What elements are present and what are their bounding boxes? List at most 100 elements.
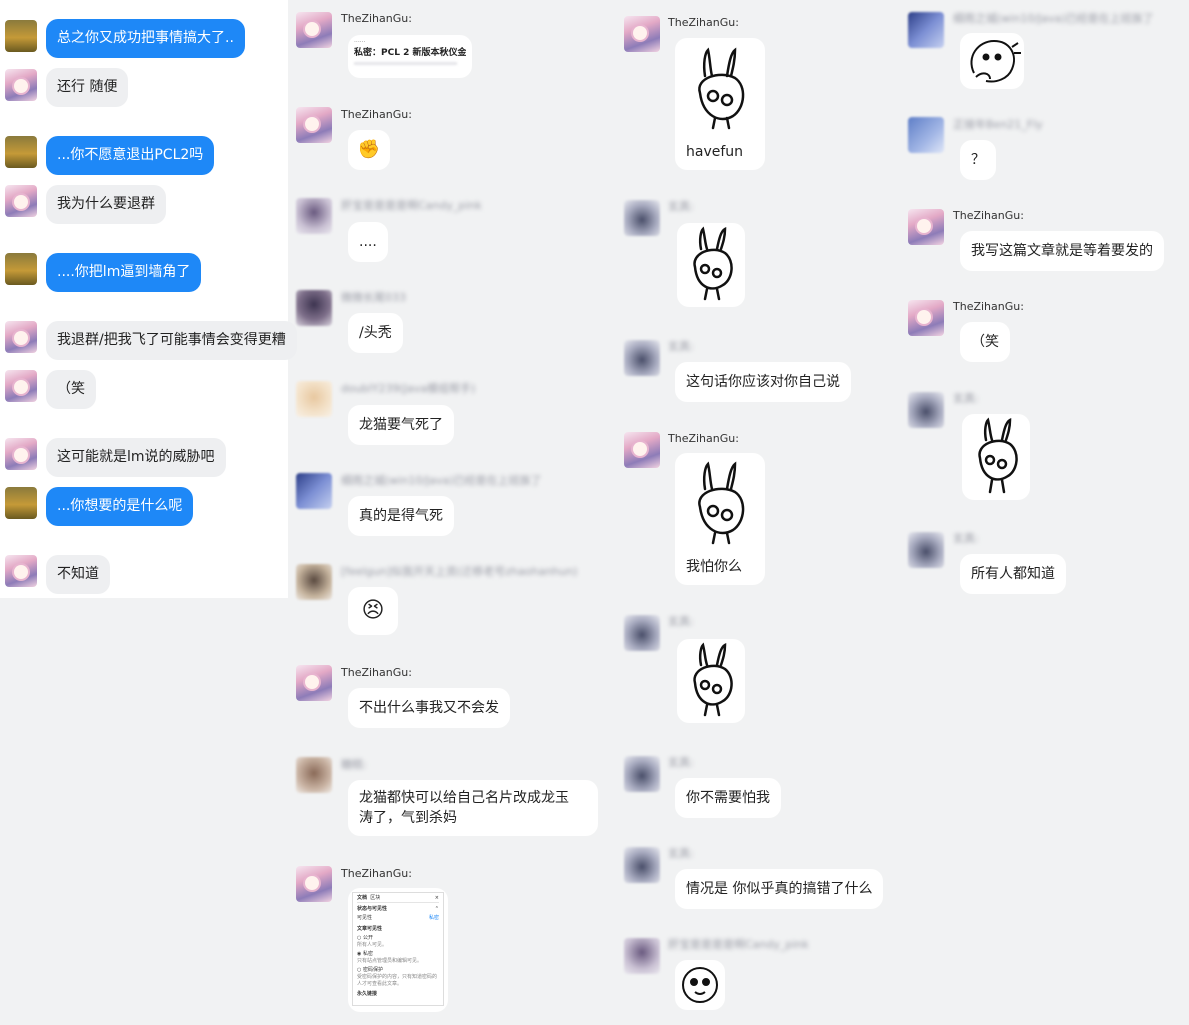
emoji-bubble: 😣 (348, 587, 398, 635)
message-bubble-other: 我退群/把我飞了可能事情会变得更糟 (46, 321, 297, 360)
sender-name: 肝宝是是是是啊Candy_pink (668, 938, 809, 951)
avatar[interactable] (296, 12, 332, 48)
avatar[interactable] (296, 473, 332, 509)
sender-name: 玄真: (668, 615, 694, 628)
sender-name: 肝宝是是是是啊Candy_pink (341, 199, 482, 212)
avatar[interactable] (5, 253, 37, 285)
avatar[interactable] (624, 756, 660, 792)
sender-name: 玄真: (668, 756, 694, 769)
link-card-desc (354, 62, 458, 65)
preview-section: 状态与可见性 ⌃ (357, 906, 439, 912)
sender-name: TheZihanGu: (341, 12, 412, 25)
chat-panel-left: 总之你又成功把事情搞大了.. 还行 随便 ...你不愿意退出PCL2吗 我为什么… (0, 0, 297, 598)
message-bubble-other: 不出什么事我又不会发 (348, 688, 510, 728)
chevron-up-icon: ⌃ (434, 906, 439, 912)
message-bubble-self: 总之你又成功把事情搞大了.. (46, 19, 245, 58)
sticker-message (677, 639, 745, 723)
avatar[interactable] (908, 532, 944, 568)
avatar[interactable] (296, 564, 332, 600)
sticker-message (962, 414, 1030, 500)
message-line: 涛了，气到杀妈 (359, 810, 457, 826)
message-bubble-other: 我写这篇文章就是等着要发的 (960, 231, 1164, 271)
avatar[interactable] (908, 209, 944, 245)
rabbit-sticker-icon (693, 226, 733, 301)
sticker-message (960, 33, 1024, 89)
preview-tabs: 文档 区块 × (357, 895, 439, 903)
message-bubble-other: （笑 (46, 370, 96, 409)
sender-name: 玄真: (668, 847, 694, 860)
avatar[interactable] (5, 321, 37, 353)
preview-option-sub: 受密码保护的内容，只有知道密码的人才可查看此文章。 (357, 974, 438, 987)
message-bubble-other: 我为什么要退群 (46, 185, 166, 224)
avatar[interactable] (296, 866, 332, 902)
sender-name: 细雨之城(win10/Java)已经是在上班族了 (953, 12, 1154, 25)
preview-footer: 永久链接 (357, 991, 378, 997)
message-bubble-other: .... (348, 222, 388, 262)
face-sticker-icon (682, 967, 718, 1003)
avatar[interactable] (908, 392, 944, 428)
preview-visibility: 可见性 私密 (357, 915, 439, 921)
avatar[interactable] (908, 12, 944, 48)
sender-name: TheZihanGu: (341, 108, 412, 121)
avatar[interactable] (296, 198, 332, 234)
rabbit-sticker-icon (698, 47, 745, 130)
sticker-message (677, 223, 745, 307)
message-bubble-other: 所有人都知道 (960, 554, 1066, 594)
message-bubble-other: 你不需要怕我 (675, 778, 781, 818)
avatar[interactable] (624, 938, 660, 974)
sticker-message (675, 960, 725, 1010)
preview-option-sub: 只有站点管理员和编辑可见。 (357, 958, 423, 964)
settings-panel-preview: 文档 区块 × 状态与可见性 ⌃ 可见性 私密 文章可见性 ○ 公开 所有人可见。 ◉… (352, 892, 444, 1006)
sender-name: 细雨之城(win10/Java)已经是在上班族了 (341, 474, 542, 487)
sender-name: [feelgun]似我开天上资(迁移老号zhaohanhun) (341, 565, 578, 578)
rabbit-sticker-icon (978, 417, 1018, 494)
sender-name: 微微长尾033 (341, 291, 406, 304)
avatar[interactable] (5, 20, 37, 52)
avatar[interactable] (5, 136, 37, 168)
avatar[interactable] (5, 185, 37, 217)
sender-name: TheZihanGu: (953, 209, 1024, 222)
avatar[interactable] (5, 370, 37, 402)
avatar[interactable] (908, 300, 944, 336)
avatar[interactable] (5, 438, 37, 470)
message-bubble-other: （笑 (960, 322, 1010, 362)
message-bubble-other: ？ (960, 140, 996, 180)
avatar[interactable] (624, 847, 660, 883)
sender-name: TheZihanGu: (953, 300, 1024, 313)
link-card[interactable]: ······ 私密：PCL 2 新版本秋仪金逻辑 (348, 35, 472, 78)
avatar[interactable] (624, 340, 660, 376)
rabbit-sticker-icon (698, 461, 745, 545)
avatar[interactable] (5, 555, 37, 587)
message-bubble-other: 还行 随便 (46, 68, 129, 107)
avatar[interactable] (624, 16, 660, 52)
sender-name: 玄真: (953, 392, 979, 405)
sender-name: TheZihanGu: (668, 16, 739, 29)
thinking-face-sticker-icon (970, 39, 1021, 83)
avatar[interactable] (296, 665, 332, 701)
link-card-title: 私密：PCL 2 新版本秋仪金逻辑 (354, 48, 466, 58)
message-bubble-other: 这句话你应该对你自己说 (675, 362, 851, 402)
avatar[interactable] (296, 290, 332, 326)
fist-emoji-icon: ✊ (357, 139, 381, 160)
preview-option: ○ 密码保护 (357, 967, 383, 973)
link-card-sub: ······ (354, 39, 366, 46)
sender-name: 正接年Ben21_Fly (953, 118, 1043, 131)
sticker-message: 我怕你么 (675, 453, 765, 585)
emoji-bubble: ✊ (348, 130, 390, 170)
preview-heading: 文章可见性 (357, 926, 383, 932)
avatar[interactable] (908, 117, 944, 153)
message-line: 龙猫都快可以给自己名片改成龙玉 (359, 790, 569, 806)
avatar[interactable] (624, 200, 660, 236)
avatar[interactable] (296, 107, 332, 143)
sender-name: TheZihanGu: (668, 432, 739, 445)
screenshot-image[interactable]: 文档 区块 × 状态与可见性 ⌃ 可见性 私密 文章可见性 ○ 公开 所有人可见。 ◉… (348, 888, 448, 1012)
avatar[interactable] (5, 487, 37, 519)
chat-panel-2: TheZihanGu: ······ 私密：PCL 2 新版本秋仪金逻辑 The… (288, 0, 612, 1025)
avatar[interactable] (296, 381, 332, 417)
avatar[interactable] (5, 69, 37, 101)
avatar[interactable] (624, 615, 660, 651)
sender-name: doublY239(Java模组帮手) (341, 382, 476, 395)
avatar[interactable] (624, 432, 660, 468)
avatar[interactable] (296, 757, 332, 793)
sender-name: 玄真: (668, 200, 694, 213)
